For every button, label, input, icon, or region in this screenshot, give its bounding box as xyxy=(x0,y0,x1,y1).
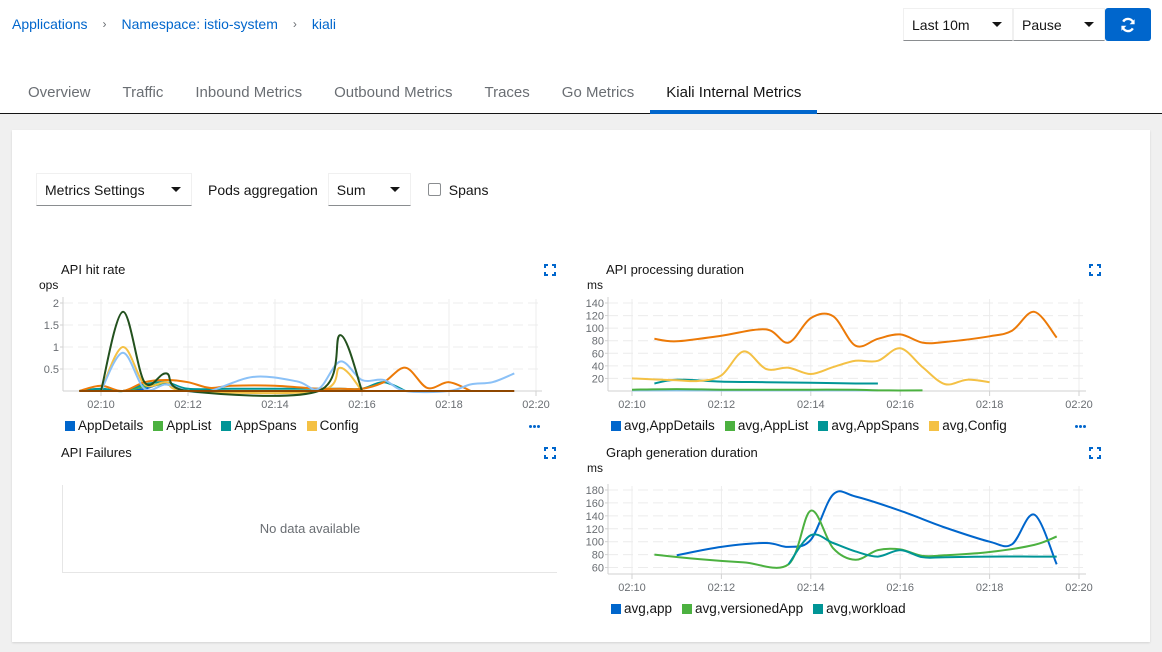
spans-label: Spans xyxy=(448,181,489,198)
legend-item[interactable]: AppDetails xyxy=(65,418,143,433)
refresh-interval-select[interactable]: Pause xyxy=(1013,8,1105,41)
ellipsis-icon xyxy=(529,425,532,428)
tab-traces[interactable]: Traces xyxy=(468,72,545,113)
chevron-right-icon: › xyxy=(292,17,297,31)
caret-down-icon xyxy=(389,187,400,192)
breadcrumb-applications[interactable]: Applications xyxy=(12,16,88,32)
pods-aggregation-select[interactable]: Sum xyxy=(327,173,411,206)
no-data-message: No data available xyxy=(259,521,361,536)
legend-label: AppSpans xyxy=(234,418,297,433)
chart-title: API hit rate xyxy=(61,262,126,277)
legend-swatch xyxy=(724,420,735,431)
ellipsis-icon xyxy=(1075,425,1078,428)
metrics-settings-label: Metrics Settings xyxy=(45,181,145,198)
legend-label: avg,versionedApp xyxy=(695,601,804,616)
y-axis-unit: ops xyxy=(39,278,59,292)
duration-select[interactable]: Last 10m xyxy=(903,8,1013,41)
legend-item[interactable]: avg,workload xyxy=(813,601,906,616)
legend-label: avg,AppSpans xyxy=(831,418,920,433)
pods-aggregation-value: Sum xyxy=(336,181,366,198)
expand-icon[interactable] xyxy=(1089,264,1101,276)
legend-item[interactable]: avg,AppDetails xyxy=(611,418,715,433)
legend-label: avg,Config xyxy=(942,418,1007,433)
chart-legend: AppDetails AppList AppSpans Config xyxy=(65,418,369,433)
legend-label: AppList xyxy=(166,418,212,433)
tab-traffic[interactable]: Traffic xyxy=(107,72,180,113)
legend-swatch xyxy=(306,420,317,431)
refresh-button[interactable] xyxy=(1105,8,1151,41)
legend-label: avg,AppDetails xyxy=(624,418,715,433)
tab-outbound-metrics[interactable]: Outbound Metrics xyxy=(318,72,468,113)
chart-title: Graph generation duration xyxy=(606,445,758,460)
caret-down-icon xyxy=(1084,22,1094,27)
tab-inbound-metrics[interactable]: Inbound Metrics xyxy=(179,72,318,113)
legend-label: avg,AppList xyxy=(737,418,809,433)
legend-swatch xyxy=(65,420,75,431)
tab-go-metrics[interactable]: Go Metrics xyxy=(546,72,651,113)
tab-kiali-internal-metrics[interactable]: Kiali Internal Metrics xyxy=(650,72,818,114)
legend-swatch xyxy=(818,420,829,431)
breadcrumb-app[interactable]: kiali xyxy=(312,16,336,32)
legend-item[interactable]: avg,AppList xyxy=(724,418,809,433)
no-data-panel: No data available xyxy=(62,485,557,573)
top-bar: Applications › Namespace: istio-system ›… xyxy=(0,0,1162,50)
pods-aggregation-label: Pods aggregation xyxy=(208,181,318,198)
legend-label: Config xyxy=(319,418,359,433)
legend-swatch xyxy=(682,603,693,614)
legend-label: avg,app xyxy=(624,601,673,616)
chart-legend: avg,app avg,versionedApp avg,workload xyxy=(611,601,916,616)
legend-item[interactable]: Config xyxy=(306,418,359,433)
chart-title: API processing duration xyxy=(606,262,745,277)
expand-icon[interactable] xyxy=(1089,447,1101,459)
caret-down-icon xyxy=(171,187,181,192)
sync-icon xyxy=(1121,17,1135,32)
chart-legend: avg,AppDetails avg,AppList avg,AppSpans … xyxy=(611,418,1017,433)
legend-label: avg,workload xyxy=(826,601,906,616)
metrics-toolbar: Metrics Settings Pods aggregation Sum Sp… xyxy=(36,173,488,206)
legend-swatch xyxy=(813,603,824,614)
more-legend-button[interactable] xyxy=(529,425,540,428)
refresh-interval-value: Pause xyxy=(1022,16,1062,33)
legend-item[interactable]: avg,Config xyxy=(929,418,1007,433)
legend-item[interactable]: avg,versionedApp xyxy=(682,601,803,616)
legend-label: AppDetails xyxy=(78,418,144,433)
chevron-right-icon: › xyxy=(102,17,107,31)
breadcrumb: Applications › Namespace: istio-system ›… xyxy=(12,16,336,32)
metrics-settings-dropdown[interactable]: Metrics Settings xyxy=(36,173,192,206)
tab-overview[interactable]: Overview xyxy=(12,72,107,113)
legend-item[interactable]: AppList xyxy=(153,418,211,433)
header-controls: Last 10m Pause xyxy=(903,8,1151,41)
tab-bar: Overview Traffic Inbound Metrics Outboun… xyxy=(0,72,1162,114)
y-axis-unit: ms xyxy=(587,278,603,292)
legend-swatch xyxy=(929,420,940,431)
expand-icon[interactable] xyxy=(544,264,556,276)
legend-item[interactable]: AppSpans xyxy=(221,418,297,433)
legend-swatch xyxy=(611,420,621,431)
breadcrumb-namespace[interactable]: Namespace: istio-system xyxy=(122,16,278,32)
expand-icon[interactable] xyxy=(544,447,556,459)
legend-item[interactable]: avg,AppSpans xyxy=(818,418,919,433)
chart-title: API Failures xyxy=(61,445,132,460)
legend-swatch xyxy=(611,603,621,614)
caret-down-icon xyxy=(992,22,1002,27)
more-legend-button[interactable] xyxy=(1075,425,1086,428)
y-axis-unit: ms xyxy=(587,461,603,475)
legend-swatch xyxy=(153,420,164,431)
spans-checkbox[interactable] xyxy=(427,183,441,196)
legend-swatch xyxy=(221,420,232,431)
legend-item[interactable]: avg,app xyxy=(611,601,672,616)
duration-value: Last 10m xyxy=(912,16,970,33)
